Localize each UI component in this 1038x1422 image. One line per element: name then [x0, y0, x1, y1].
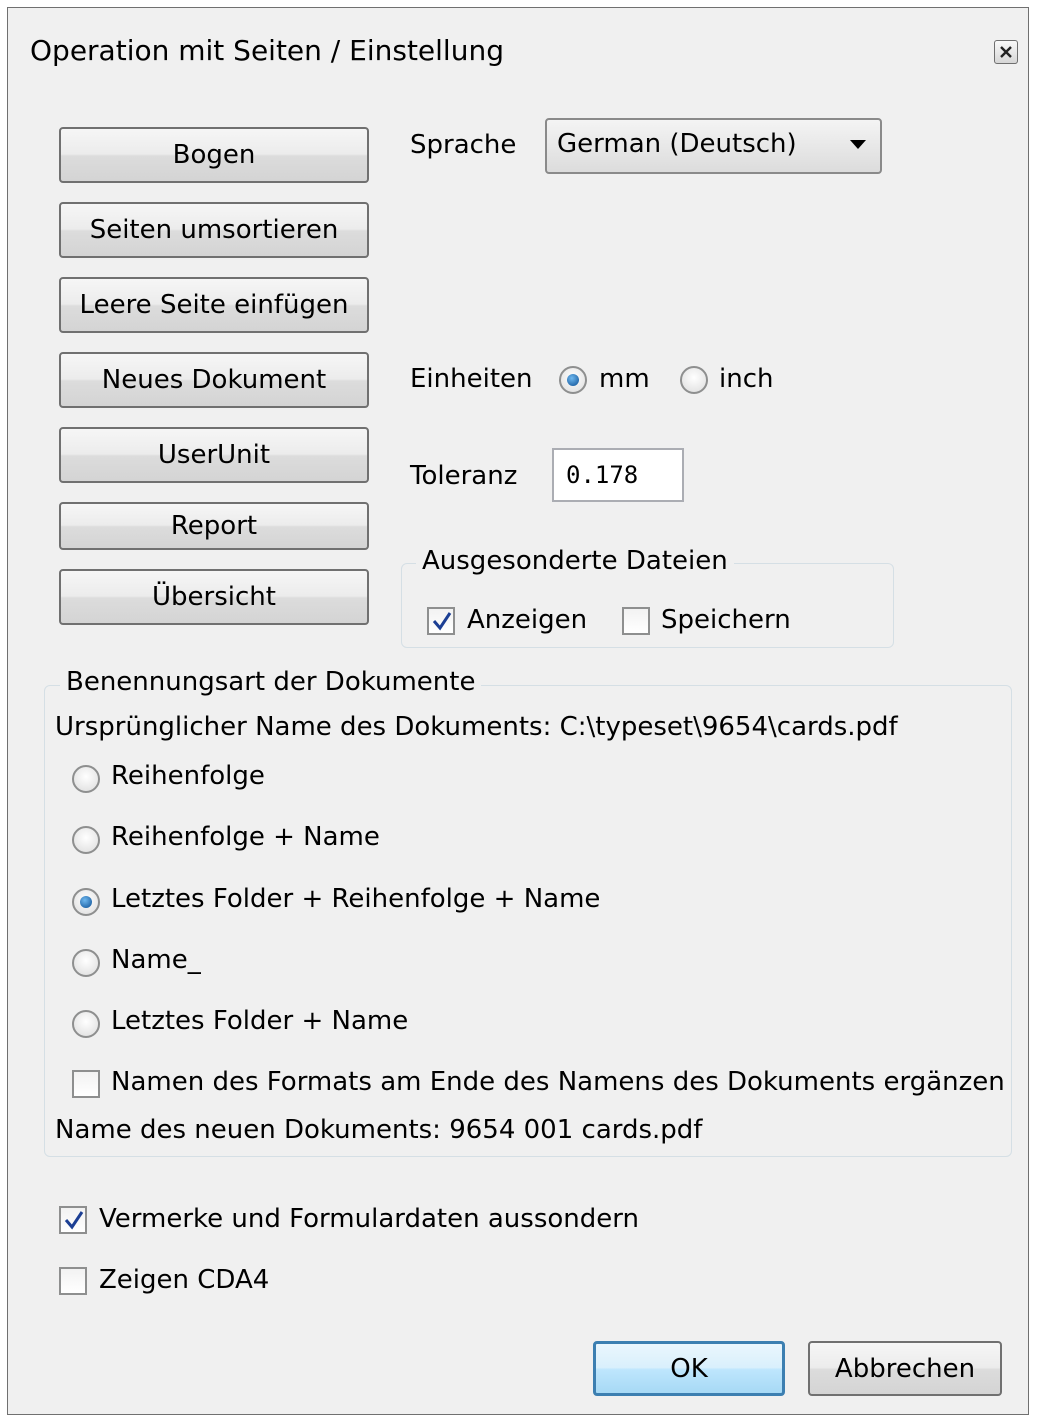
tolerance-field[interactable] [552, 448, 684, 502]
show-discarded-label: Anzeigen [467, 605, 588, 635]
bogen-button[interactable]: Bogen [59, 127, 369, 183]
new-name-text: Name des neuen Dokuments: 9654 001 cards… [55, 1115, 703, 1145]
naming-option-radio[interactable] [72, 949, 100, 977]
checkmark-icon [432, 612, 452, 631]
naming-option-radio[interactable] [72, 826, 100, 854]
ok-button[interactable]: OK [593, 1341, 785, 1396]
close-button[interactable] [994, 40, 1018, 64]
units-inch-radio[interactable] [680, 366, 708, 394]
window-title: Operation mit Seiten / Einstellung [30, 34, 504, 67]
title-bar: Operation mit Seiten / Einstellung [8, 8, 1028, 94]
naming-option-radio[interactable] [72, 1010, 100, 1038]
language-select[interactable]: German (Deutsch) [545, 118, 882, 174]
dialog-window: Operation mit Seiten / Einstellung Bogen… [7, 7, 1029, 1415]
units-mm-radio[interactable] [559, 366, 587, 394]
save-discarded-label: Speichern [661, 605, 791, 635]
tolerance-input[interactable] [566, 461, 666, 489]
naming-option-label: Name_ [111, 945, 201, 975]
naming-legend: Benennungsart der Dokumente [60, 667, 482, 697]
tolerance-label: Toleranz [410, 461, 518, 491]
cancel-button[interactable]: Abbrechen [808, 1341, 1002, 1396]
userunit-button[interactable]: UserUnit [59, 427, 369, 483]
language-select-value: German (Deutsch) [557, 129, 797, 159]
report-button[interactable]: Report [59, 502, 369, 550]
append-format-label: Namen des Formats am Ende des Namens des… [111, 1067, 1005, 1097]
close-icon [1000, 46, 1012, 58]
naming-option-radio[interactable] [72, 765, 100, 793]
naming-option-label: Reihenfolge [111, 761, 265, 791]
naming-option-radio[interactable] [72, 888, 100, 916]
discarded-files-legend: Ausgesonderte Dateien [416, 546, 734, 576]
naming-option-label: Letztes Folder + Reihenfolge + Name [111, 884, 601, 914]
uebersicht-button[interactable]: Übersicht [59, 569, 369, 625]
original-name-text: Ursprünglicher Name des Dokuments: C:\ty… [55, 712, 898, 742]
units-label: Einheiten [410, 364, 533, 394]
neues-dokument-button[interactable]: Neues Dokument [59, 352, 369, 408]
naming-option-label: Letztes Folder + Name [111, 1006, 409, 1036]
annotations-label: Vermerke und Formulardaten aussondern [99, 1204, 639, 1234]
seiten-umsortieren-button[interactable]: Seiten umsortieren [59, 202, 369, 258]
units-inch-label: inch [719, 364, 774, 394]
chevron-down-icon [850, 140, 866, 149]
show-discarded-checkbox[interactable] [427, 607, 455, 635]
leere-seite-einfuegen-button[interactable]: Leere Seite einfügen [59, 277, 369, 333]
annotations-checkbox[interactable] [59, 1206, 87, 1234]
units-mm-label: mm [599, 364, 650, 394]
show-cda4-label: Zeigen CDA4 [99, 1265, 270, 1295]
naming-option-label: Reihenfolge + Name [111, 822, 380, 852]
language-label: Sprache [410, 130, 517, 160]
append-format-checkbox[interactable] [72, 1070, 100, 1098]
show-cda4-checkbox[interactable] [59, 1267, 87, 1295]
checkmark-icon [64, 1211, 84, 1230]
save-discarded-checkbox[interactable] [622, 607, 650, 635]
